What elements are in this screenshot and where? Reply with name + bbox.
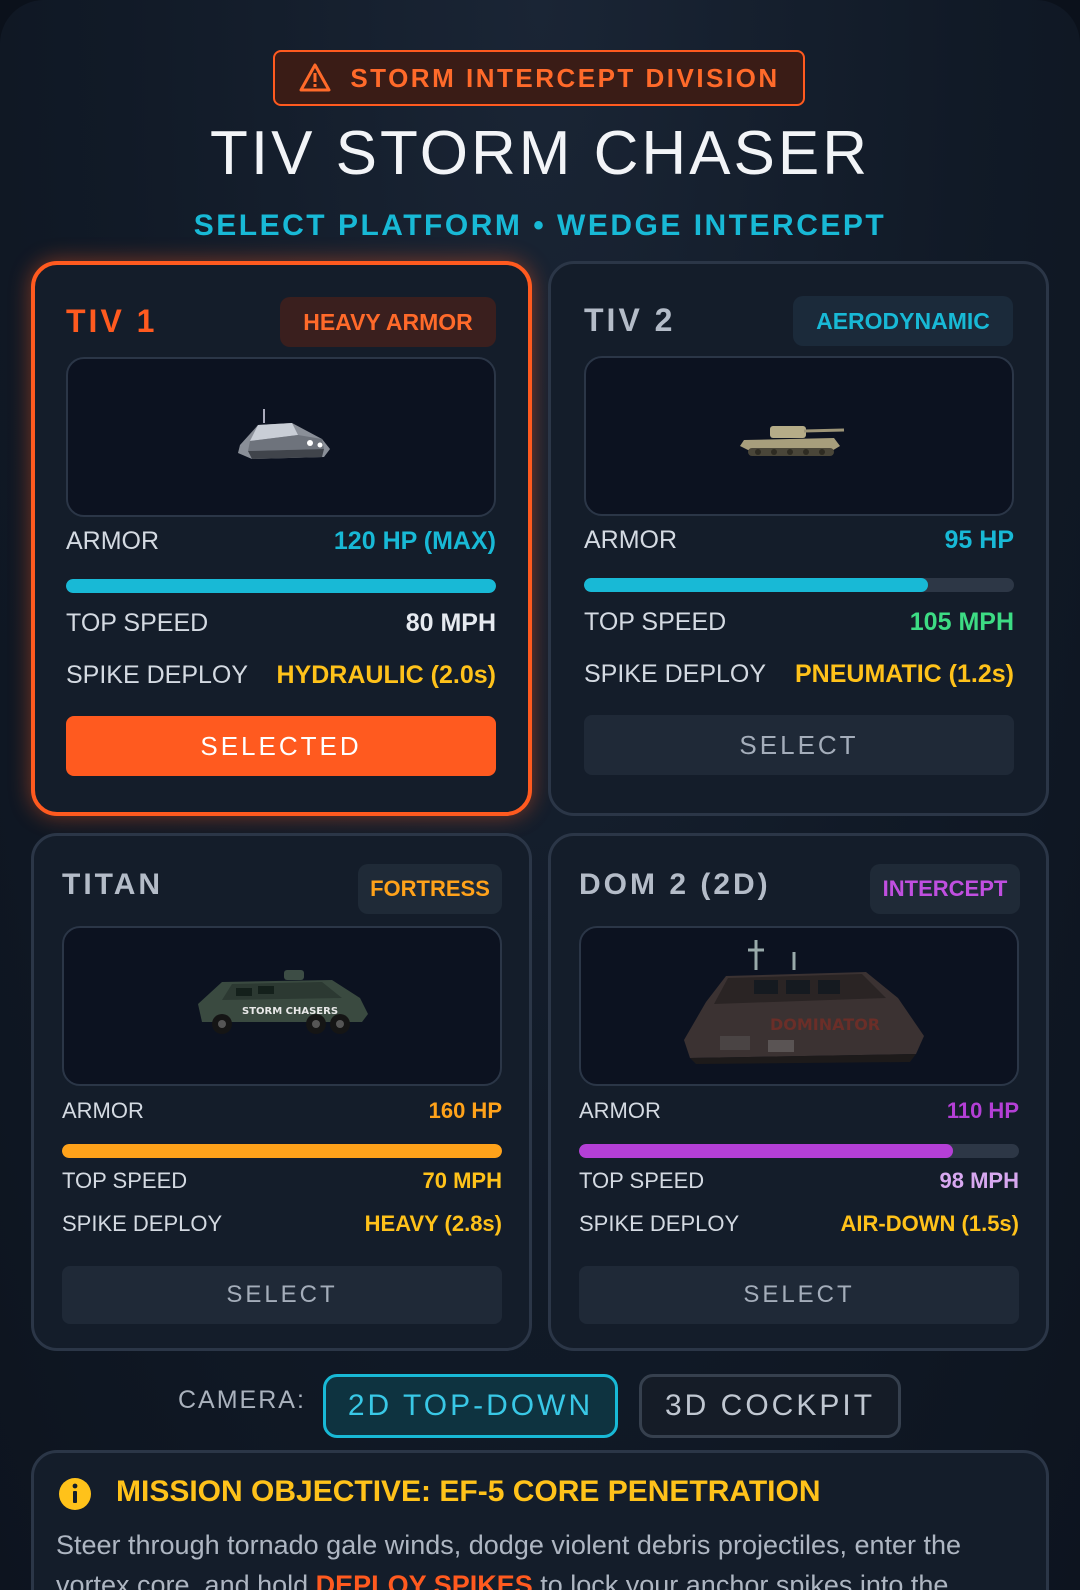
tiv1-vehicle-image [238, 409, 330, 459]
armor-row: ARMOR 160 HP [62, 1098, 502, 1124]
vehicle-card-dom2[interactable]: DOM 2 (2D) INTERCEPT DOMINATOR ARMOR 110… [548, 833, 1049, 1351]
top-speed-value: 80 MPH [405, 609, 496, 637]
armor-bar [579, 1144, 1019, 1158]
vehicle-tag: INTERCEPT [870, 864, 1020, 914]
spike-deploy-value: AIR-DOWN (1.5s) [840, 1211, 1019, 1236]
vehicle-card-titan[interactable]: TITAN FORTRESS STORM CHASERS ARMOR 160 H… [31, 833, 532, 1351]
armor-label: ARMOR [579, 1098, 661, 1123]
armor-row: ARMOR 120 HP (MAX) [66, 527, 496, 556]
armor-bar-fill [579, 1144, 953, 1158]
mission-description: Steer through tornado gale winds, dodge … [56, 1525, 1026, 1590]
armor-label: ARMOR [584, 526, 678, 554]
mission-panel: MISSION OBJECTIVE: EF-5 CORE PENETRATION… [31, 1450, 1049, 1590]
spike-deploy-row: SPIKE DEPLOY PNEUMATIC (1.2s) [584, 660, 1014, 689]
spike-deploy-value: HEAVY (2.8s) [364, 1211, 502, 1236]
selected-button[interactable]: SELECTED [66, 716, 496, 776]
spike-deploy-label: SPIKE DEPLOY [579, 1211, 740, 1236]
tiv2-vehicle-image [740, 426, 845, 456]
vehicle-tag: AERODYNAMIC [793, 296, 1013, 346]
titan-livery-text: STORM CHASERS [242, 1006, 338, 1017]
vehicle-preview: STORM CHASERS [62, 926, 502, 1086]
armor-value: 95 HP [944, 526, 1014, 554]
select-button[interactable]: SELECT [579, 1266, 1019, 1324]
vehicle-preview [584, 356, 1014, 516]
vehicle-name: TIV 1 [66, 303, 158, 339]
spike-deploy-value: PNEUMATIC (1.2s) [794, 660, 1014, 688]
dom2-livery-text: DOMINATOR [770, 1015, 880, 1034]
armor-bar [66, 579, 496, 593]
game-subtitle: SELECT PLATFORM • WEDGE INTERCEPT [193, 209, 887, 242]
armor-bar [584, 578, 1014, 592]
armor-label: ARMOR [62, 1098, 144, 1123]
top-speed-row: TOP SPEED 80 MPH [66, 609, 496, 638]
spike-deploy-row: SPIKE DEPLOY AIR-DOWN (1.5s) [579, 1211, 1019, 1237]
armor-label: ARMOR [66, 527, 160, 555]
select-button[interactable]: SELECT [584, 715, 1014, 775]
vehicle-card-tiv1[interactable]: TIV 1 HEAVY ARMOR ARMOR 120 HP (MAX) TOP… [31, 261, 532, 816]
armor-row: ARMOR 110 HP [579, 1098, 1019, 1124]
top-speed-label: TOP SPEED [584, 608, 727, 636]
vehicle-name: TIV 2 [584, 302, 676, 338]
armor-bar-fill [62, 1144, 502, 1158]
armor-value: 160 HP [428, 1098, 502, 1123]
camera-3d-button[interactable]: 3D COCKPIT [639, 1374, 901, 1438]
top-speed-row: TOP SPEED 105 MPH [584, 608, 1014, 637]
spike-deploy-label: SPIKE DEPLOY [66, 661, 249, 689]
camera-label: CAMERA: [178, 1386, 306, 1414]
division-label: STORM INTERCEPT DIVISION [350, 62, 780, 93]
armor-bar [62, 1144, 502, 1158]
vehicle-name: DOM 2 (2D) [579, 868, 771, 901]
spike-deploy-row: SPIKE DEPLOY HYDRAULIC (2.0s) [66, 661, 496, 690]
top-speed-row: TOP SPEED 98 MPH [579, 1168, 1019, 1194]
deploy-spikes-highlight: DEPLOY SPIKES [315, 1570, 533, 1590]
top-speed-value: 105 MPH [909, 608, 1014, 636]
vehicle-select-screen: STORM INTERCEPT DIVISION TIV STORM CHASE… [0, 0, 1080, 1590]
spike-deploy-label: SPIKE DEPLOY [62, 1211, 223, 1236]
mission-text-end: to lock your anchor spikes into the [532, 1570, 949, 1590]
top-speed-label: TOP SPEED [66, 609, 209, 637]
dom2-vehicle-image: DOMINATOR [684, 940, 924, 1064]
armor-row: ARMOR 95 HP [584, 526, 1014, 555]
top-speed-value: 70 MPH [422, 1168, 502, 1193]
spike-deploy-label: SPIKE DEPLOY [584, 660, 767, 688]
top-speed-label: TOP SPEED [62, 1168, 188, 1193]
vehicle-card-tiv2[interactable]: TIV 2 AERODYNAMIC ARMOR 95 HP TOP SPEED [548, 261, 1049, 816]
vehicle-preview: DOMINATOR [579, 926, 1019, 1086]
spike-deploy-value: HYDRAULIC (2.0s) [276, 661, 496, 689]
info-icon [59, 1478, 91, 1510]
top-speed-row: TOP SPEED 70 MPH [62, 1168, 502, 1194]
vehicle-tag: HEAVY ARMOR [280, 297, 496, 347]
armor-bar-fill [584, 578, 928, 592]
vehicle-preview [66, 357, 496, 517]
titan-vehicle-image: STORM CHASERS [198, 970, 368, 1034]
mission-title: MISSION OBJECTIVE: EF-5 CORE PENETRATION [116, 1475, 821, 1508]
camera-2d-button[interactable]: 2D TOP-DOWN [323, 1374, 618, 1438]
warning-triangle-icon [299, 63, 331, 92]
armor-bar-fill [66, 579, 496, 593]
division-banner: STORM INTERCEPT DIVISION [273, 50, 805, 106]
spike-deploy-row: SPIKE DEPLOY HEAVY (2.8s) [62, 1211, 502, 1237]
game-title: TIV STORM CHASER [209, 119, 871, 188]
top-speed-value: 98 MPH [939, 1168, 1019, 1193]
armor-value: 120 HP (MAX) [333, 527, 496, 555]
vehicle-tag: FORTRESS [358, 864, 502, 914]
armor-value: 110 HP [946, 1098, 1019, 1123]
top-speed-label: TOP SPEED [579, 1168, 705, 1193]
select-button[interactable]: SELECT [62, 1266, 502, 1324]
vehicle-name: TITAN [62, 868, 164, 901]
